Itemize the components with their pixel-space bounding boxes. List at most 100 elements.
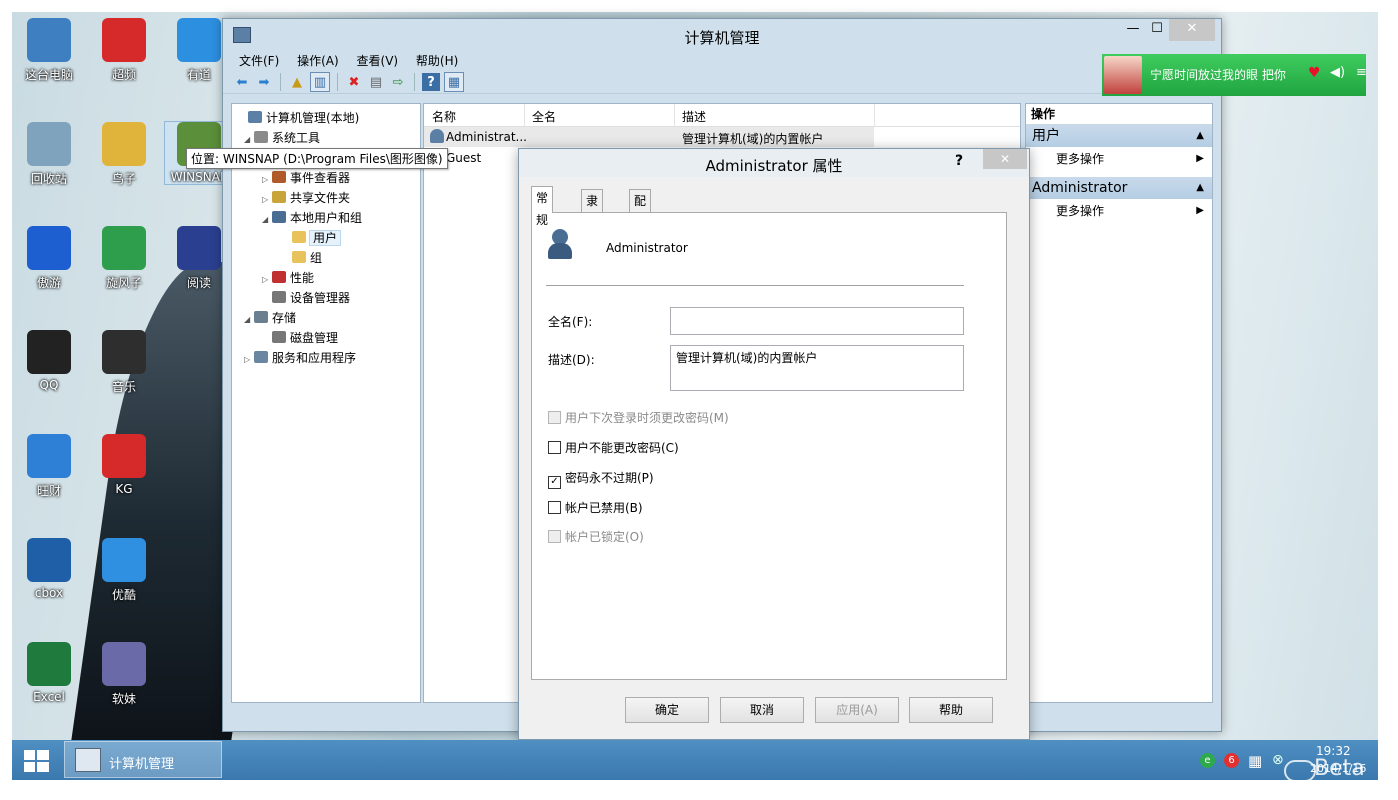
desktop-icon[interactable]: KG xyxy=(90,434,158,496)
tray-close-icon[interactable]: ⊗ xyxy=(1272,752,1284,768)
music-player: 宁愿时间放过我的眼 把你 ♥ ◀) ≡ xyxy=(1102,54,1367,96)
column-fullname[interactable]: 全名 xyxy=(532,108,556,125)
row-name: Guest xyxy=(446,151,482,165)
desktop-icon[interactable]: 傲游 xyxy=(15,226,83,291)
desktop-icon[interactable]: QQ xyxy=(15,330,83,392)
menu-icon[interactable]: ≡ xyxy=(1356,65,1367,80)
tree-item[interactable]: 组 xyxy=(282,248,322,268)
column-separator[interactable] xyxy=(874,104,875,126)
forward-icon[interactable]: ➡ xyxy=(255,73,273,91)
tab-profile[interactable]: 配置文件 xyxy=(629,189,652,274)
ok-button[interactable]: 确定 xyxy=(625,697,709,723)
cancel-button[interactable]: 取消 xyxy=(720,697,804,723)
tree-item[interactable]: 用户 xyxy=(282,228,342,248)
tree-item[interactable]: 计算机管理(本地) xyxy=(238,108,359,128)
checkbox-box[interactable] xyxy=(548,411,561,424)
desktop-icon[interactable]: 鸟子 xyxy=(90,122,158,187)
tree-item[interactable]: ▷ 事件查看器 xyxy=(262,168,350,188)
menu-help[interactable]: 帮助(H) xyxy=(416,51,458,71)
close-button[interactable]: ✕ xyxy=(1169,19,1215,41)
tree-item-label: 共享文件夹 xyxy=(290,191,351,205)
expander-icon[interactable]: ◢ xyxy=(244,130,254,150)
taskbar-computer-management[interactable]: 计算机管理 xyxy=(64,741,222,778)
menu-file[interactable]: 文件(F) xyxy=(239,51,279,71)
checkbox-box[interactable] xyxy=(548,501,561,514)
volume-icon[interactable]: ◀) xyxy=(1330,65,1345,80)
checkbox[interactable]: 用户下次登录时须更改密码(M) xyxy=(548,409,729,427)
show-action-pane-icon[interactable]: ▦ xyxy=(444,72,464,92)
desktop-icon-label: 鸟子 xyxy=(111,172,136,186)
desktop-icon[interactable]: 回收站 xyxy=(15,122,83,187)
table-row[interactable]: Administrat... 管理计算机(域)的内置帐户 xyxy=(424,127,874,147)
expander-icon[interactable]: ◢ xyxy=(244,310,254,330)
tree-item[interactable]: ▷ 性能 xyxy=(262,268,314,288)
checkbox[interactable]: 用户不能更改密码(C) xyxy=(548,439,679,457)
dialog-close-button[interactable]: ✕ xyxy=(983,149,1027,169)
desktop-icon[interactable]: 旋风子 xyxy=(90,226,158,291)
desktop-icon[interactable]: cbox xyxy=(15,538,83,600)
column-name[interactable]: 名称 xyxy=(432,108,456,125)
expander-icon[interactable]: ▷ xyxy=(262,190,272,210)
tree-item-label: 系统工具 xyxy=(272,131,321,145)
desktop-icon[interactable]: 优酷 xyxy=(90,538,158,603)
checkbox[interactable]: ✓ 密码永不过期(P) xyxy=(548,469,654,489)
checkbox[interactable]: 帐户已锁定(O) xyxy=(548,528,644,546)
folder-icon xyxy=(292,231,306,243)
column-separator[interactable] xyxy=(524,104,525,126)
back-icon[interactable]: ⬅ xyxy=(233,73,251,91)
desktop-icon[interactable]: 音乐 xyxy=(90,330,158,395)
fullname-field[interactable] xyxy=(670,307,964,335)
description-field[interactable]: 管理计算机(域)的内置帐户 xyxy=(670,345,964,391)
checkbox-box[interactable] xyxy=(548,530,561,543)
tree-item[interactable]: ▷ 服务和应用程序 xyxy=(244,348,356,368)
show-tree-icon[interactable]: ▥ xyxy=(310,72,330,92)
help-icon[interactable]: ? xyxy=(422,73,440,91)
checkmark-icon[interactable]: ✓ xyxy=(548,476,561,489)
dialog-help-icon[interactable]: ? xyxy=(955,153,963,169)
tab-member-of[interactable]: 隶属于 xyxy=(581,189,604,252)
tree-item[interactable]: ▷ 共享文件夹 xyxy=(262,188,350,208)
tray-grid-icon[interactable]: ▦ xyxy=(1248,752,1262,770)
checkbox[interactable]: 帐户已禁用(B) xyxy=(548,499,643,517)
expander-icon[interactable]: ▷ xyxy=(262,170,272,190)
expander-icon[interactable]: ▷ xyxy=(262,270,272,290)
apply-button[interactable]: 应用(A) xyxy=(815,697,899,723)
desktop-icon[interactable]: 超频 xyxy=(90,18,158,83)
export-icon[interactable]: ⇨ xyxy=(389,73,407,91)
tree-item[interactable]: 设备管理器 xyxy=(262,288,350,308)
maximize-button[interactable]: ☐ xyxy=(1145,19,1169,41)
delete-icon[interactable]: ✖ xyxy=(345,73,363,91)
more-actions-item[interactable]: 更多操作 ▶ xyxy=(1026,147,1212,171)
actions-group-users[interactable]: 用户 ▲ xyxy=(1026,125,1212,147)
tree-item[interactable]: ◢ 存储 xyxy=(244,308,296,328)
tray-weibo-icon[interactable]: 6 xyxy=(1224,753,1239,768)
checkbox-box[interactable] xyxy=(548,441,561,454)
heart-icon[interactable]: ♥ xyxy=(1308,65,1321,81)
actions-group-administrator[interactable]: Administrator ▲ xyxy=(1026,177,1212,199)
menu-view[interactable]: 查看(V) xyxy=(357,51,399,71)
desktop-icon[interactable]: 这台电脑 xyxy=(15,18,83,83)
up-folder-icon[interactable]: ▲ xyxy=(288,73,306,91)
expander-icon[interactable]: ▷ xyxy=(244,350,254,370)
actions-pane: 操作 用户 ▲ 更多操作 ▶ Administrator ▲ 更多操作 ▶ xyxy=(1025,103,1213,703)
tree-item[interactable]: ◢ 本地用户和组 xyxy=(262,208,362,228)
column-description[interactable]: 描述 xyxy=(682,108,706,125)
windows-start-icon[interactable] xyxy=(24,750,50,772)
minimize-button[interactable]: — xyxy=(1121,19,1145,41)
desktop-icon[interactable]: 旺财 xyxy=(15,434,83,499)
desktop-icon[interactable]: 软妹 xyxy=(90,642,158,707)
row-description: 管理计算机(域)的内置帐户 xyxy=(682,132,824,146)
more-actions-item[interactable]: 更多操作 ▶ xyxy=(1026,199,1212,223)
user-icon xyxy=(430,129,444,143)
desktop-icon[interactable]: Excel xyxy=(15,642,83,704)
menu-action[interactable]: 操作(A) xyxy=(297,51,339,71)
tab-general[interactable]: 常规 xyxy=(531,186,554,227)
tray-e-icon[interactable]: e xyxy=(1200,753,1215,768)
column-separator[interactable] xyxy=(674,104,675,126)
expander-icon[interactable]: ◢ xyxy=(262,210,272,230)
tree-item[interactable]: ◢ 系统工具 xyxy=(244,128,320,148)
tree-item[interactable]: 磁盘管理 xyxy=(262,328,338,348)
properties-icon[interactable]: ▤ xyxy=(367,73,385,91)
help-button[interactable]: 帮助 xyxy=(909,697,993,723)
tree-item-label: 用户 xyxy=(308,230,342,246)
